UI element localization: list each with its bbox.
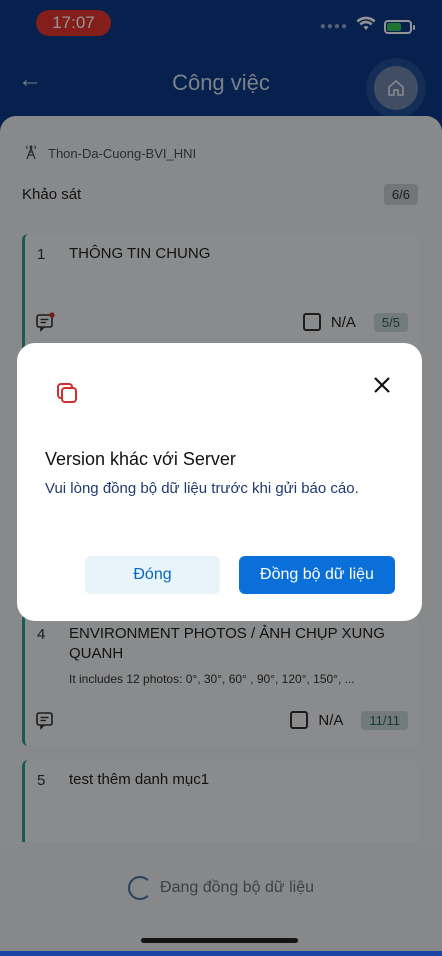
bottom-edge [0,951,442,956]
copy-icon [55,381,79,405]
close-icon[interactable] [372,375,392,395]
version-mismatch-dialog: Version khác với Server Vui lòng đồng bộ… [17,343,422,621]
sync-data-button[interactable]: Đồng bộ dữ liệu [239,556,395,594]
home-indicator [141,938,298,943]
dialog-title: Version khác với Server [45,449,236,469]
dialog-message: Vui lòng đồng bộ dữ liệu trước khi gửi b… [45,480,359,497]
close-button[interactable]: Đóng [85,556,220,594]
